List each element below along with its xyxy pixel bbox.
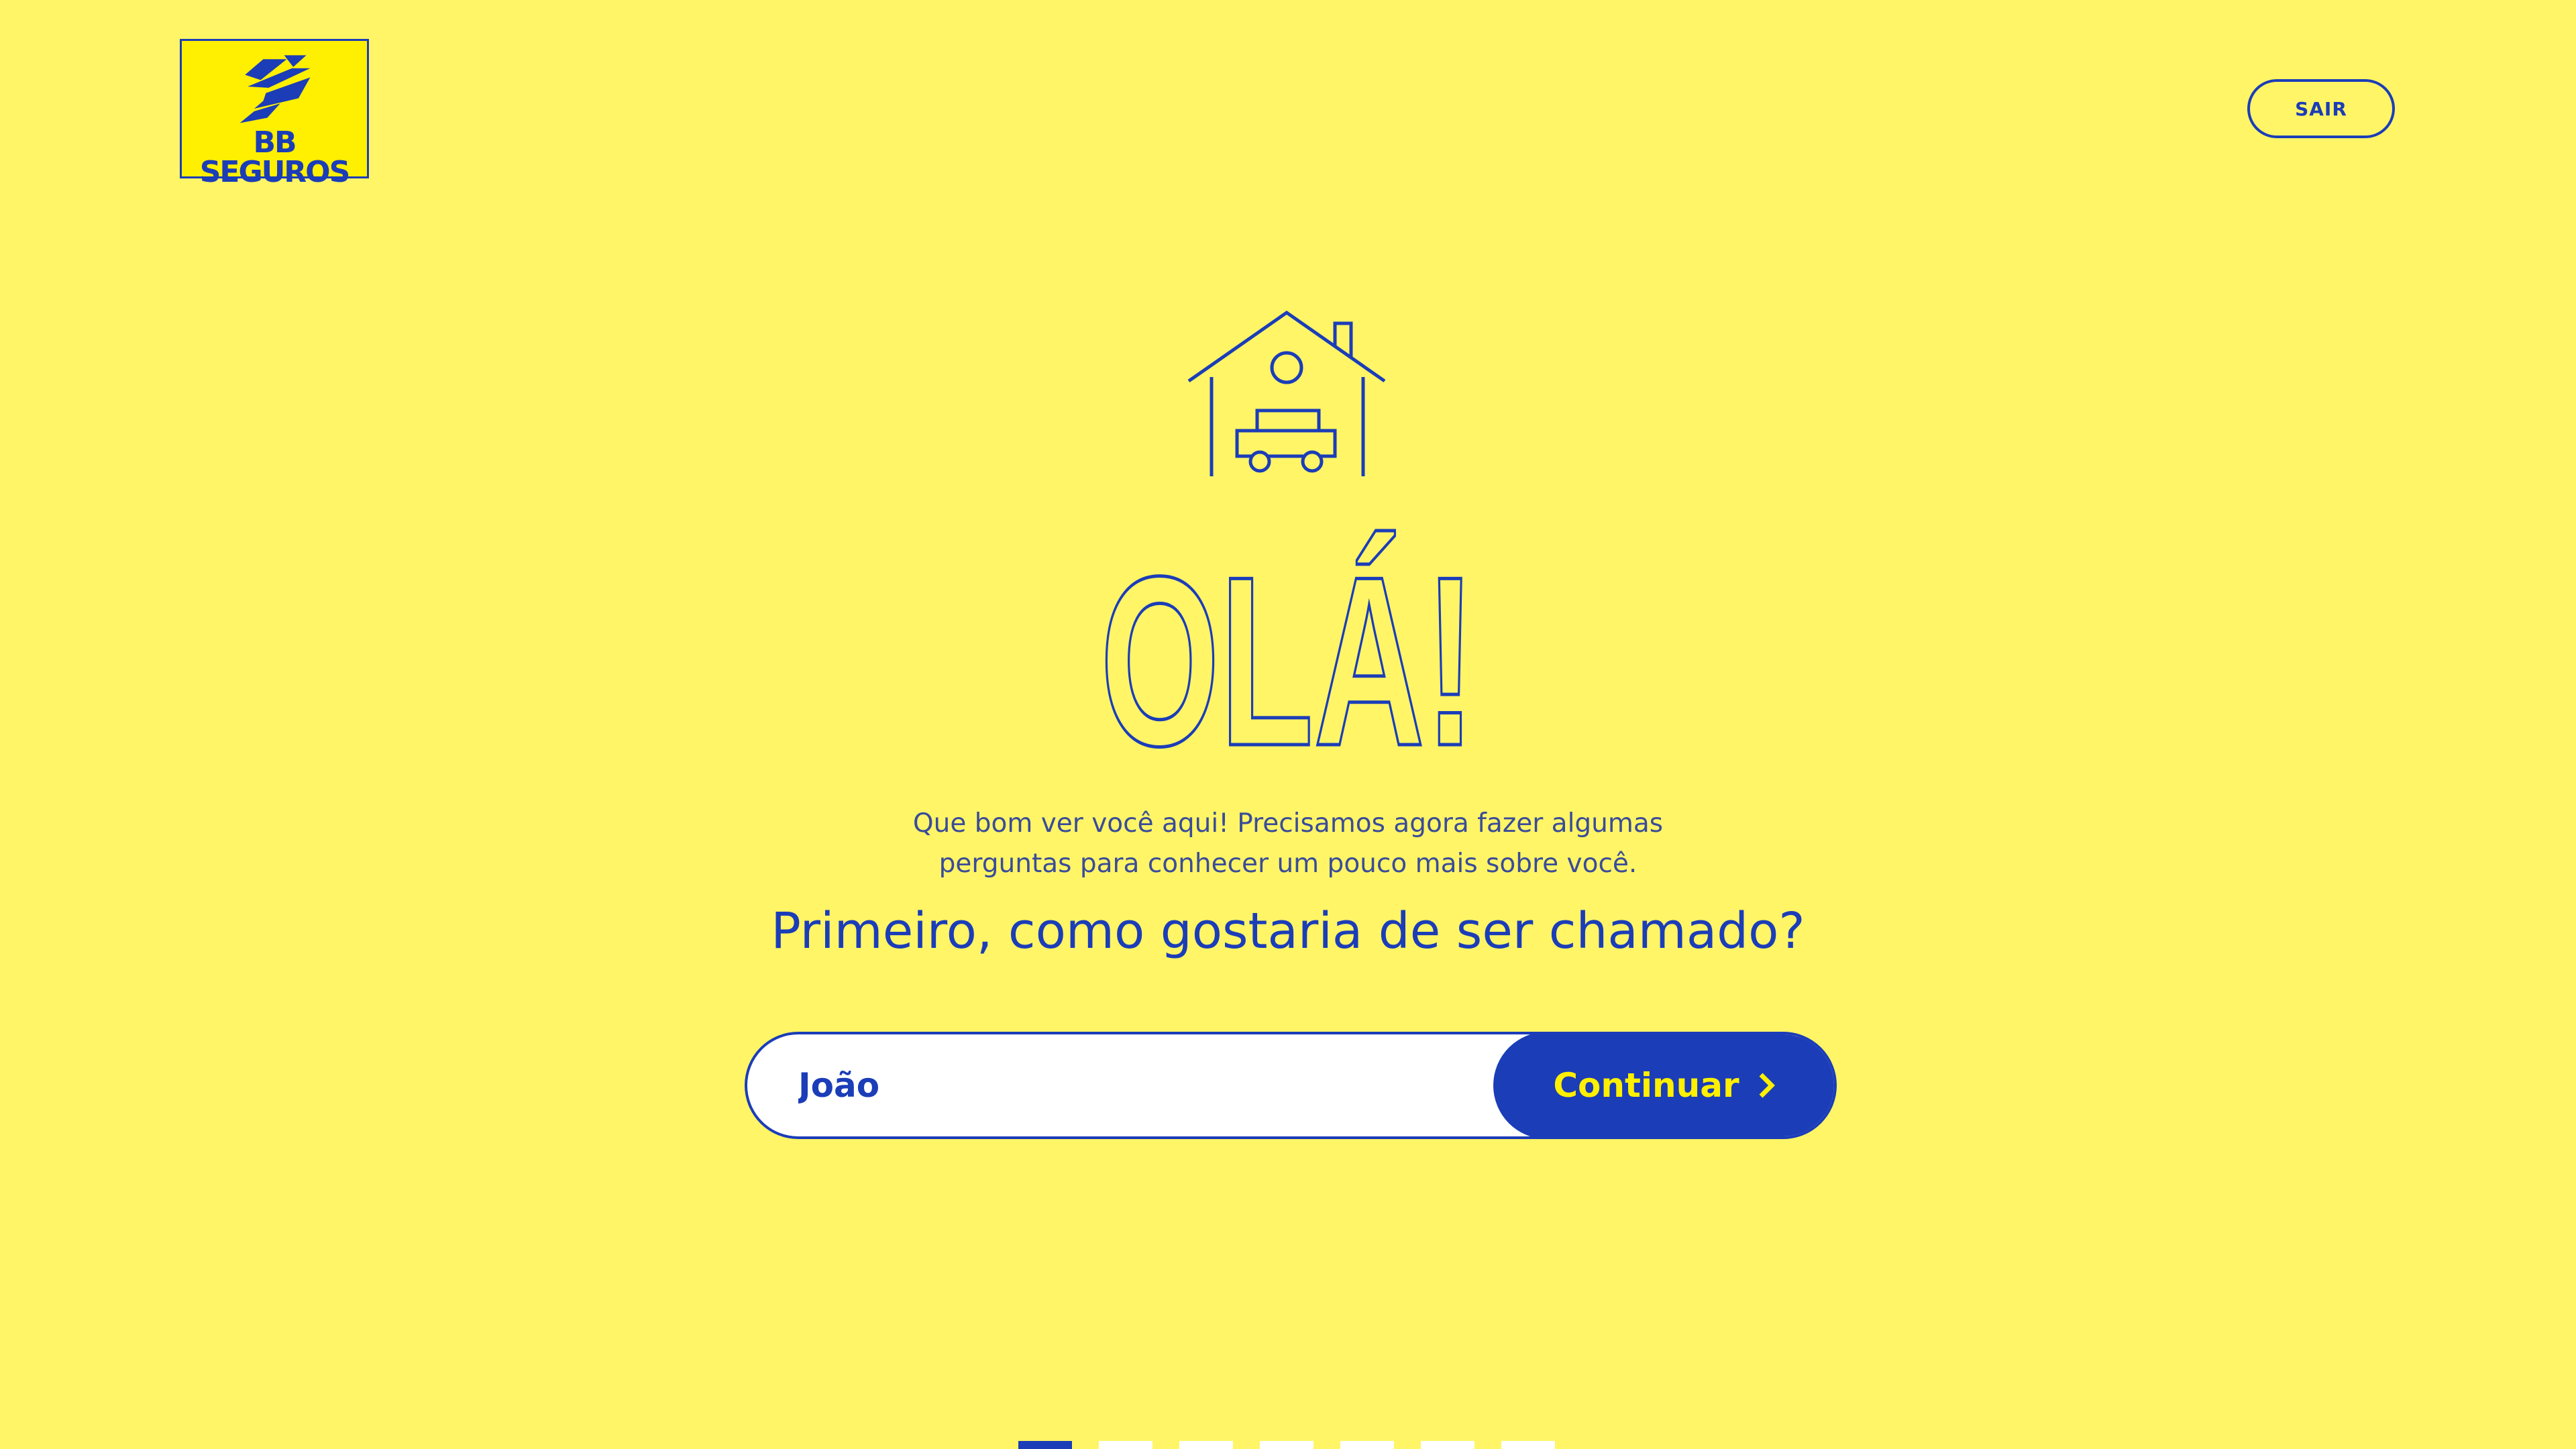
progress-step xyxy=(1340,1441,1394,1449)
house-with-car-icon xyxy=(1187,310,1386,476)
logo-text: BB SEGUROS xyxy=(199,125,351,189)
bb-seguros-logo[interactable]: BB SEGUROS xyxy=(180,39,369,187)
name-form: Continuar xyxy=(745,1032,1837,1139)
name-input[interactable] xyxy=(747,1034,1485,1136)
name-question: Primeiro, como gostaria de ser chamado? xyxy=(771,902,1805,960)
continue-label: Continuar xyxy=(1553,1066,1739,1105)
continue-button[interactable]: Continuar xyxy=(1493,1034,1834,1136)
progress-step xyxy=(1260,1441,1313,1449)
intro-text: Que bom ver você aqui! Precisamos agora … xyxy=(885,804,1690,884)
chevron-right-icon xyxy=(1759,1073,1775,1098)
progress-step xyxy=(1501,1441,1555,1449)
progress-step xyxy=(1179,1441,1233,1449)
progress-indicator xyxy=(1018,1441,1555,1449)
progress-step xyxy=(1099,1441,1152,1449)
exit-button[interactable]: SAIR xyxy=(2247,79,2395,138)
progress-step xyxy=(1018,1441,1072,1449)
progress-step xyxy=(1421,1441,1474,1449)
intro-line-2: perguntas para conhecer um pouco mais so… xyxy=(938,849,1638,879)
intro-line-1: Que bom ver você aqui! Precisamos agora … xyxy=(912,808,1664,839)
greeting-text: OLÁ! xyxy=(1100,527,1476,755)
greeting-heading: OLÁ! xyxy=(1099,525,1478,755)
